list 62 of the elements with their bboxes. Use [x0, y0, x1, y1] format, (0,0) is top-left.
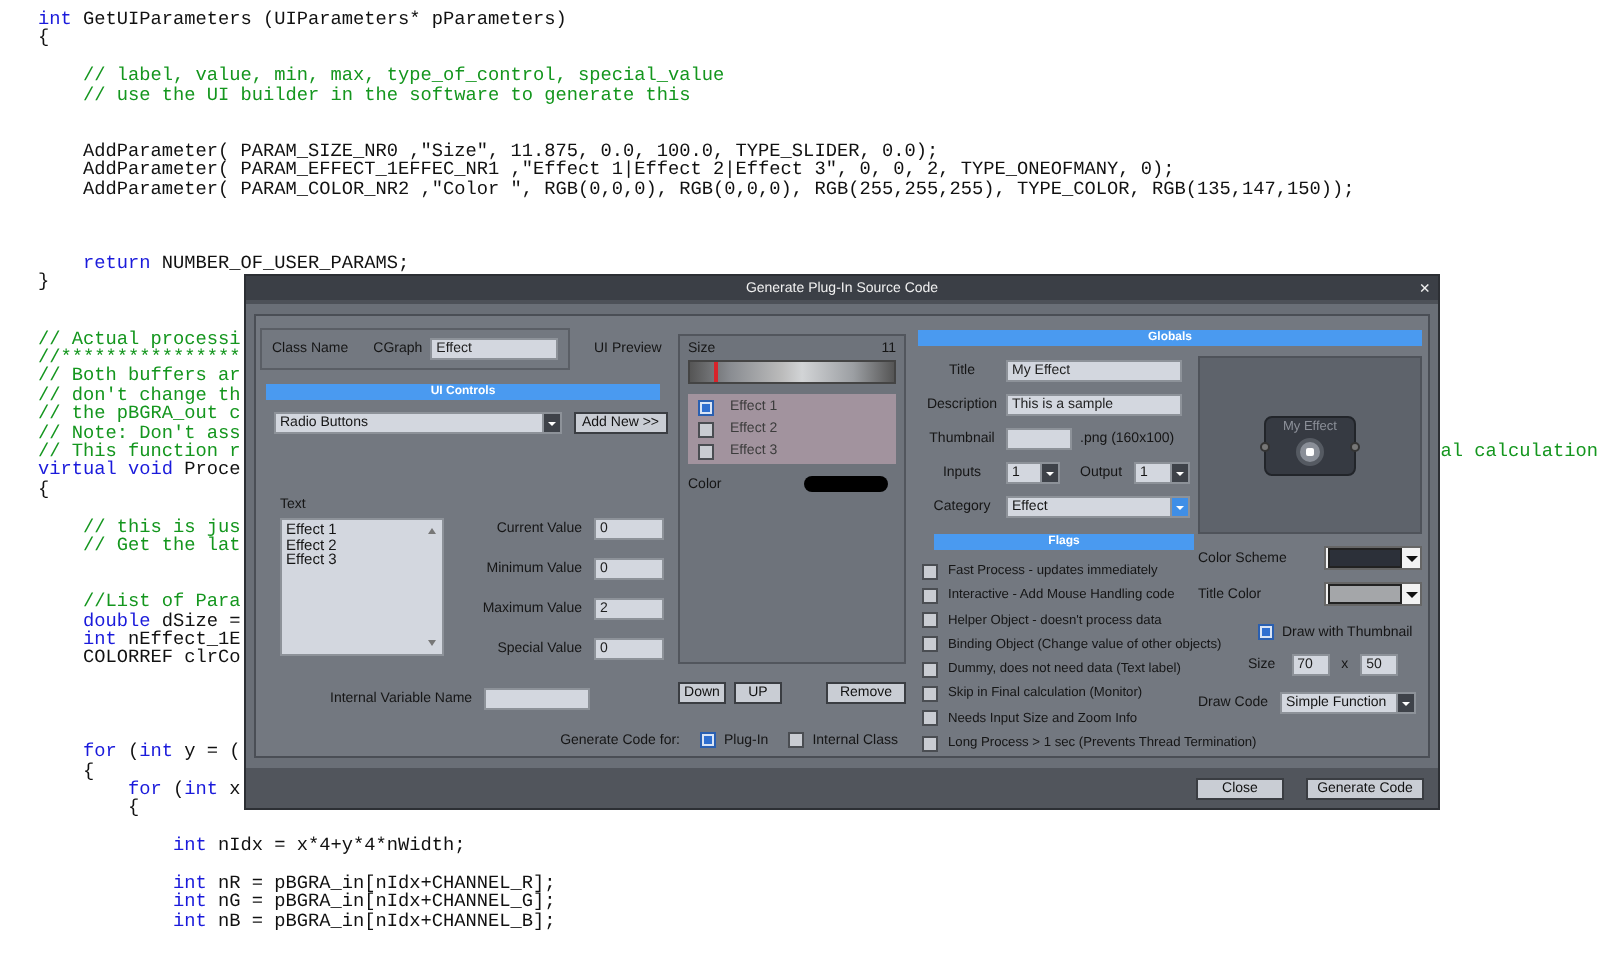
code-line: for (int y = (	[81, 742, 241, 762]
checkbox[interactable]	[922, 710, 938, 727]
code-line: AddParameter( PARAM_COLOR_NR2 ,"Color ", RGB(0,0,0), RGB(0,0,0), RGB(255,255,255), TYPE_COLOR, RGB(135,147,150));	[81, 179, 1355, 198]
checkbox[interactable]	[700, 732, 717, 748]
code-line: for (int x	[126, 780, 241, 799]
code-line: {	[126, 798, 140, 818]
caret-icon	[1406, 555, 1418, 561]
color-swatch	[804, 476, 888, 492]
color-dropdown[interactable]	[1324, 582, 1422, 606]
knob-icon	[1296, 437, 1324, 465]
code-line: // the pBGRA_out c	[38, 404, 241, 424]
code-line: // Actual processi	[38, 329, 241, 349]
code-line: int nG = pBGRA_in[nIdx+CHANNEL_G];	[171, 892, 556, 912]
code-line: }	[38, 272, 50, 292]
code-line: double dSize =	[81, 611, 241, 630]
checkbox[interactable]	[1258, 624, 1274, 640]
caret-icon	[1406, 591, 1418, 597]
code-line: // label, value, min, max, type_of_control, special_value	[81, 66, 725, 86]
code-line: virtual void Proce	[38, 460, 241, 480]
code-line: int nB = pBGRA_in[nIdx+CHANNEL_B];	[171, 911, 556, 931]
close-button[interactable]: ×	[1419, 276, 1430, 300]
scroll-up-icon[interactable]	[428, 528, 436, 534]
port-icon	[1350, 441, 1360, 451]
checkbox[interactable]	[922, 735, 938, 752]
code-line: // this is jus	[81, 517, 241, 536]
code-line: {	[81, 761, 95, 781]
checkbox[interactable]	[698, 443, 714, 459]
code-line: {	[38, 479, 50, 499]
code-line: // don't change th	[38, 385, 241, 405]
code-line: int nR = pBGRA_in[nIdx+CHANNEL_R];	[171, 873, 556, 893]
checkbox[interactable]	[922, 612, 938, 629]
checkbox[interactable]	[922, 563, 938, 579]
code-line: // Both buffers ar	[38, 366, 241, 386]
code-line: AddParameter( PARAM_SIZE_NR0 ,"Size", 11.875, 0.0, 100.0, TYPE_SLIDER, 0.0);	[81, 141, 939, 161]
checkbox[interactable]	[698, 421, 714, 437]
code-line: // Get the lat	[81, 535, 241, 555]
code-line: al calculation	[1440, 441, 1599, 461]
code-line: // use the UI builder in the software to generate this	[81, 85, 691, 104]
checkbox[interactable]	[698, 399, 714, 415]
slider-track[interactable]	[688, 360, 896, 384]
checkbox[interactable]	[922, 661, 938, 678]
slider-thumb[interactable]	[714, 362, 719, 382]
code-line: return NUMBER_OF_USER_PARAMS;	[81, 254, 410, 273]
text-field[interactable]	[1006, 428, 1072, 450]
code-line: int nEffect_1E	[81, 629, 241, 649]
code-line: {	[38, 28, 50, 48]
checkbox[interactable]	[922, 685, 938, 702]
checkbox[interactable]	[788, 732, 805, 748]
scroll-down-icon[interactable]	[428, 640, 436, 646]
text-field[interactable]	[484, 688, 591, 710]
code-line: COLORREF clrCo	[81, 648, 241, 668]
checkbox[interactable]	[922, 636, 938, 653]
code-line: int GetUIParameters (UIParameters* pParameters)	[38, 10, 567, 29]
code-line: AddParameter( PARAM_EFFECT_1EFFEC_NR1 ,"Effect 1|Effect 2|Effect 3", 0, 0, 2, TYPE_ONEOFMANY, 0);	[81, 160, 1175, 180]
code-line: //List of Para	[81, 592, 241, 611]
checkbox[interactable]	[922, 587, 938, 604]
code-line: // This function r	[38, 441, 241, 461]
color-dropdown[interactable]	[1324, 546, 1422, 570]
code-line: //****************	[38, 348, 241, 367]
code-line: int nIdx = x*4+y*4*nWidth;	[171, 836, 466, 856]
port-icon	[1260, 441, 1270, 451]
code-line: // Note: Don't ass	[38, 423, 241, 442]
